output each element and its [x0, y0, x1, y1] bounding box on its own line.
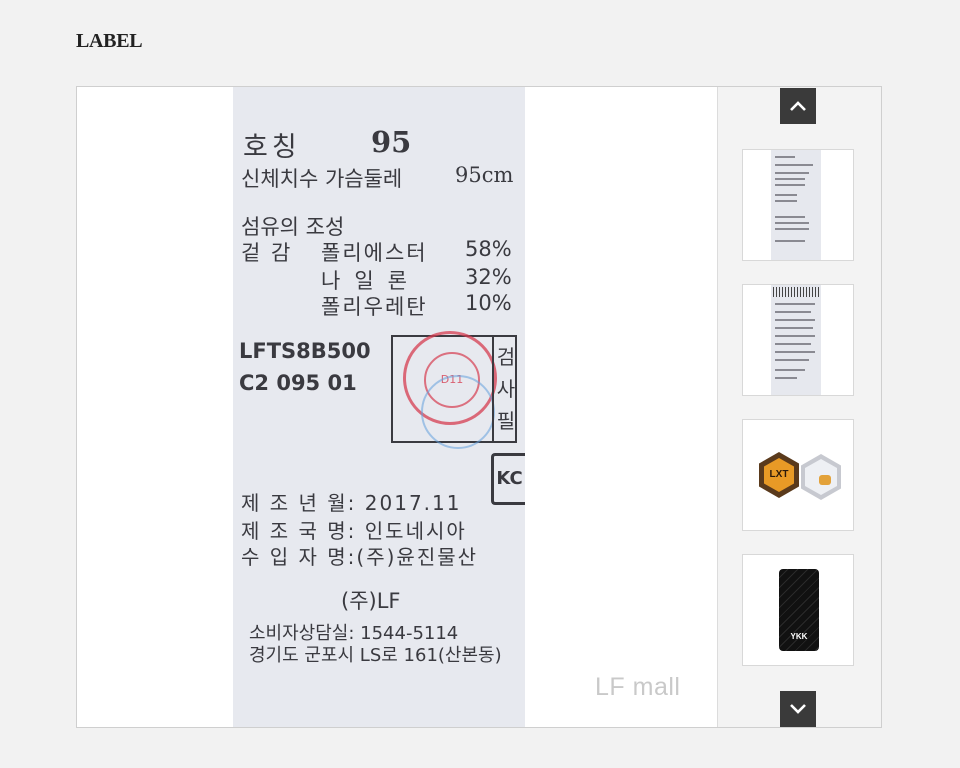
label-size-key: 호칭: [243, 132, 301, 163]
hang-tag-lxt: LXT: [759, 452, 799, 498]
hang-tag-white: [801, 454, 841, 500]
label-fiber-percent: 58%: [465, 237, 512, 261]
zipper-tag-image: YKK: [779, 569, 819, 651]
label-fiber-percent: 32%: [465, 265, 512, 289]
thumbnail-zipper-tag[interactable]: YKK: [742, 554, 854, 666]
label-address: 경기도 군포시 LS로 161(산본동): [249, 645, 502, 666]
care-label-image: 호칭 95 신체치수 가슴둘레 95cm 섬유의 조성 겉 감 폴리에스터 58…: [233, 87, 525, 727]
label-body-key: 신체치수 가슴둘레: [241, 167, 403, 191]
label-brand: (주)LF: [341, 589, 401, 613]
product-image-gallery: 호칭 95 신체치수 가슴둘레 95cm 섬유의 조성 겉 감 폴리에스터 58…: [76, 86, 882, 728]
chevron-down-icon: [790, 704, 806, 714]
label-manufacture-date: 제 조 년 월: 2017.11: [241, 491, 462, 515]
label-fiber-name: 폴리에스터: [321, 241, 428, 265]
label-body-value: 95cm: [455, 163, 514, 187]
inspection-box: D11 검사필: [391, 331, 517, 449]
kc-certification-icon: KC: [491, 453, 525, 505]
zipper-tag-text: YKK: [790, 632, 808, 641]
thumbnail-care-label-back[interactable]: [742, 284, 854, 396]
thumbnail-hang-tags[interactable]: LXT: [742, 419, 854, 531]
label-fiber-name: 폴리우레탄: [321, 295, 428, 319]
care-label-thumbnail-image: [771, 150, 821, 260]
label-product-code: LFTS8B500: [239, 339, 371, 363]
chevron-up-icon: [790, 101, 806, 111]
label-fiber-percent: 10%: [465, 291, 512, 315]
label-outer-key: 겉 감: [241, 241, 293, 265]
lfmall-watermark: LF mall: [595, 673, 681, 701]
label-importer: 수 입 자 명:(주)윤진물산: [241, 545, 479, 569]
hang-tag-lxt-text: LXT: [764, 458, 794, 492]
thumbnail-care-label-front[interactable]: [742, 149, 854, 261]
section-title: LABEL: [76, 30, 143, 52]
thumbnail-strip: LXT YKK: [717, 87, 881, 727]
thumbnail-scroll-up-button[interactable]: [780, 88, 816, 124]
inspection-text: 검사필: [496, 345, 516, 433]
label-size-value: 95: [371, 125, 412, 159]
care-label-back-thumbnail-image: [771, 285, 821, 395]
secondary-stamp: [421, 375, 495, 449]
main-image-viewer: 호칭 95 신체치수 가슴둘레 95cm 섬유의 조성 겉 감 폴리에스터 58…: [77, 87, 717, 727]
label-lot-code: C2 095 01: [239, 371, 357, 395]
thumbnail-scroll-down-button[interactable]: [780, 691, 816, 727]
inspection-divider: [492, 337, 494, 441]
label-manufacture-country: 제 조 국 명: 인도네시아: [241, 519, 467, 543]
